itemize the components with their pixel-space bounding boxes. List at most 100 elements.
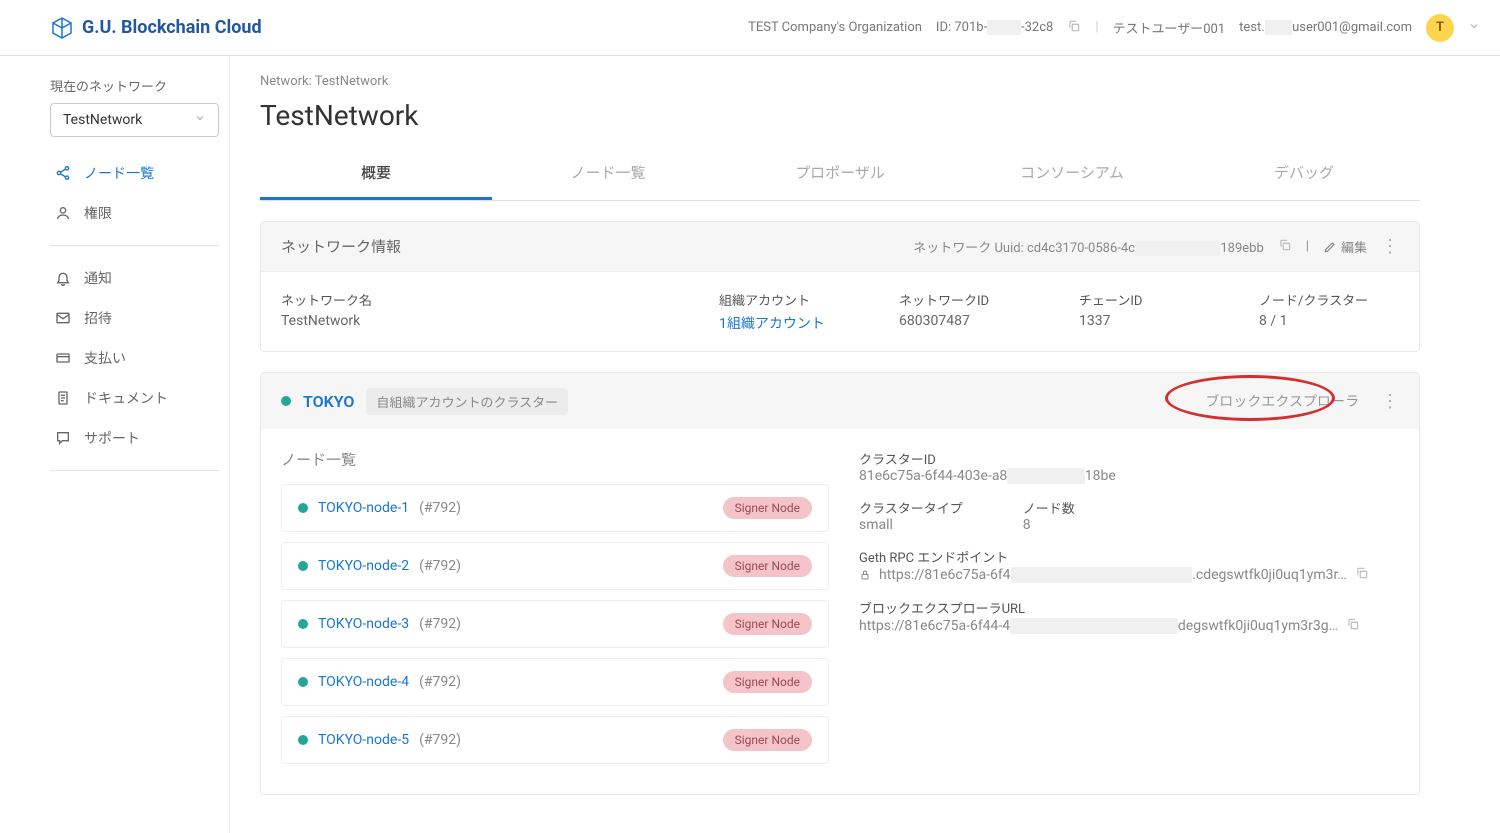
rpc-value: https://81e6c75a-6f4xxxxxxxxxxxxxxxxxxxx… bbox=[859, 566, 1399, 584]
block-explorer-button[interactable]: ブロックエクスプローラ bbox=[1197, 387, 1367, 415]
node-id: (#792) bbox=[419, 616, 461, 632]
node-id: (#792) bbox=[419, 732, 461, 748]
share-icon bbox=[54, 165, 72, 181]
signer-badge: Signer Node bbox=[723, 671, 812, 693]
tab-proposal[interactable]: プロポーザル bbox=[724, 148, 956, 200]
chevron-down-icon bbox=[194, 112, 206, 128]
tab-overview[interactable]: 概要 bbox=[260, 148, 492, 200]
node-name[interactable]: TOKYO-node-5 bbox=[318, 732, 409, 748]
cluster-info: クラスターID 81e6c75a-6f44-403e-a8xxxxxxxxxx1… bbox=[859, 449, 1399, 774]
sidebar-item-permissions[interactable]: 権限 bbox=[50, 193, 219, 233]
user-email: test.xxxuser001@gmail.com bbox=[1239, 20, 1412, 35]
sidebar-item-label: 支払い bbox=[84, 348, 126, 368]
cluster-name[interactable]: TOKYO bbox=[303, 392, 354, 411]
chevron-down-icon[interactable] bbox=[1468, 20, 1480, 36]
cube-icon bbox=[50, 16, 74, 40]
sidebar-item-billing[interactable]: 支払い bbox=[50, 338, 219, 378]
bell-icon bbox=[54, 270, 72, 286]
signer-badge: Signer Node bbox=[723, 555, 812, 577]
cluster-id-value: 81e6c75a-6f44-403e-a8xxxxxxxxxx18be bbox=[859, 468, 1399, 484]
sidebar-item-docs[interactable]: ドキュメント bbox=[50, 378, 219, 418]
sidebar-item-label: サポート bbox=[84, 428, 140, 448]
network-select[interactable]: TestNetwork bbox=[50, 103, 219, 137]
cluster-type-label: クラスタータイプ bbox=[859, 498, 963, 517]
status-dot bbox=[281, 396, 291, 406]
signer-badge: Signer Node bbox=[723, 497, 812, 519]
tab-nodes[interactable]: ノード一覧 bbox=[492, 148, 724, 200]
more-icon[interactable]: ⋮ bbox=[1381, 391, 1399, 412]
node-id: (#792) bbox=[419, 674, 461, 690]
sidebar-item-support[interactable]: サポート bbox=[50, 418, 219, 458]
org-name[interactable]: TEST Company's Organization bbox=[748, 20, 922, 35]
network-uuid: ネットワーク Uuid: cd4c3170-0586-4cxxxxxxxxxxx… bbox=[913, 237, 1264, 256]
tab-consortium[interactable]: コンソーシアム bbox=[956, 148, 1188, 200]
pencil-icon bbox=[1323, 240, 1337, 254]
node-row[interactable]: TOKYO-node-4 (#792) Signer Node bbox=[281, 658, 829, 706]
copy-icon[interactable] bbox=[1355, 566, 1369, 584]
nav-separator bbox=[50, 245, 219, 246]
sidebar-item-notifications[interactable]: 通知 bbox=[50, 258, 219, 298]
node-row[interactable]: TOKYO-node-2 (#792) Signer Node bbox=[281, 542, 829, 590]
cluster-chip: 自組織アカウントのクラスター bbox=[366, 388, 568, 415]
card-icon bbox=[54, 350, 72, 366]
more-icon[interactable]: ⋮ bbox=[1381, 236, 1399, 257]
node-count-label: ノード数 bbox=[1023, 498, 1075, 517]
card-title: ネットワーク情報 bbox=[281, 236, 401, 257]
copy-icon[interactable] bbox=[1067, 19, 1081, 37]
node-row[interactable]: TOKYO-node-3 (#792) Signer Node bbox=[281, 600, 829, 648]
copy-icon[interactable] bbox=[1278, 238, 1292, 256]
status-dot bbox=[298, 619, 308, 629]
mail-icon bbox=[54, 310, 72, 326]
topbar: G.U. Blockchain Cloud TEST Company's Org… bbox=[0, 0, 1500, 56]
avatar[interactable]: T bbox=[1426, 14, 1454, 42]
status-dot bbox=[298, 677, 308, 687]
node-name[interactable]: TOKYO-node-4 bbox=[318, 674, 409, 690]
tab-debug[interactable]: デバッグ bbox=[1188, 148, 1420, 200]
node-cluster-value: 8 / 1 bbox=[1259, 313, 1399, 329]
user-name: テストユーザー001 bbox=[1113, 18, 1226, 37]
node-name[interactable]: TOKYO-node-3 bbox=[318, 616, 409, 632]
org-account-label: 組織アカウント bbox=[719, 290, 859, 309]
node-list: ノード一覧 TOKYO-node-1(#792)Signer NodeTOKYO… bbox=[281, 449, 829, 774]
net-name-label: ネットワーク名 bbox=[281, 290, 679, 309]
org-id: ID: 701b-xxxx-32c8 bbox=[936, 20, 1053, 35]
signer-badge: Signer Node bbox=[723, 613, 812, 635]
signer-badge: Signer Node bbox=[723, 729, 812, 751]
brand-text: G.U. Blockchain Cloud bbox=[82, 17, 262, 38]
person-icon bbox=[54, 205, 72, 221]
brand-logo[interactable]: G.U. Blockchain Cloud bbox=[50, 16, 262, 40]
doc-icon bbox=[54, 390, 72, 406]
node-id: (#792) bbox=[419, 558, 461, 574]
copy-icon[interactable] bbox=[1346, 617, 1360, 635]
node-count-value: 8 bbox=[1023, 517, 1075, 533]
node-row[interactable]: TOKYO-node-1(#792)Signer Node bbox=[281, 484, 829, 532]
cluster-card: TOKYO 自組織アカウントのクラスター ブロックエクスプローラ ⋮ ノード一覧… bbox=[260, 372, 1420, 795]
sidebar-item-label: ドキュメント bbox=[84, 388, 168, 408]
header-right: TEST Company's Organization ID: 701b-xxx… bbox=[748, 14, 1480, 42]
chain-id-value: 1337 bbox=[1079, 313, 1219, 329]
node-name[interactable]: TOKYO-node-2 bbox=[318, 558, 409, 574]
sidebar-item-nodes[interactable]: ノード一覧 bbox=[50, 153, 219, 193]
breadcrumb: Network: TestNetwork bbox=[260, 74, 1420, 89]
net-name-value: TestNetwork bbox=[281, 313, 679, 329]
node-name[interactable]: TOKYO-node-1 bbox=[318, 500, 409, 516]
sidebar-item-invite[interactable]: 招待 bbox=[50, 298, 219, 338]
main: Network: TestNetwork TestNetwork 概要 ノード一… bbox=[230, 56, 1450, 833]
network-id-label: ネットワークID bbox=[899, 290, 1039, 309]
explorer-url-label: ブロックエクスプローラURL bbox=[859, 598, 1399, 617]
card-header: ネットワーク情報 ネットワーク Uuid: cd4c3170-0586-4cxx… bbox=[261, 222, 1419, 272]
node-row[interactable]: TOKYO-node-5 (#792) Signer Node bbox=[281, 716, 829, 764]
explorer-url-value: https://81e6c75a-6f44-4xxxxxxxxxxxxxxxxx… bbox=[859, 617, 1399, 635]
org-account-link[interactable]: 1組織アカウント bbox=[719, 313, 859, 333]
cluster-id-label: クラスターID bbox=[859, 449, 1399, 468]
status-dot bbox=[298, 561, 308, 571]
sidebar: 現在のネットワーク TestNetwork ノード一覧 権限 通知 bbox=[0, 56, 230, 833]
network-info-card: ネットワーク情報 ネットワーク Uuid: cd4c3170-0586-4cxx… bbox=[260, 221, 1420, 352]
cluster-type-value: small bbox=[859, 517, 963, 533]
sidebar-item-label: ノード一覧 bbox=[84, 163, 154, 183]
current-network-label: 現在のネットワーク bbox=[50, 76, 219, 95]
cluster-header: TOKYO 自組織アカウントのクラスター ブロックエクスプローラ ⋮ bbox=[261, 373, 1419, 429]
lock-icon bbox=[859, 569, 871, 581]
edit-button[interactable]: 編集 bbox=[1323, 237, 1367, 256]
sidebar-item-label: 通知 bbox=[84, 268, 112, 288]
